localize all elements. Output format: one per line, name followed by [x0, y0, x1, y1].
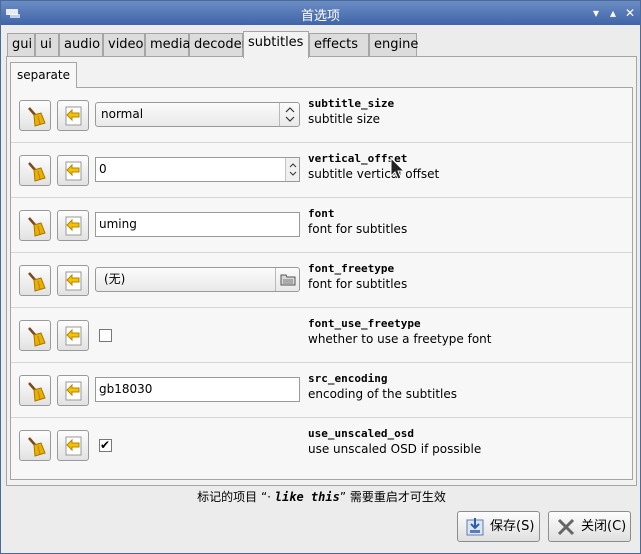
tab-content: separate normal subtitle_size subtitle s…	[6, 56, 637, 486]
close-button-label: 关闭(C)	[581, 519, 627, 534]
option-description: font for subtitles	[308, 222, 408, 236]
vertical-offset-spinbutton[interactable]: 0	[95, 157, 300, 182]
save-icon	[466, 518, 484, 536]
use-unscaled-osd-checkbox[interactable]: ✔	[99, 438, 112, 452]
src-encoding-entry[interactable]: gb18030	[95, 377, 300, 402]
clear-button[interactable]	[19, 210, 51, 241]
font-entry[interactable]: uming	[95, 212, 300, 237]
subtitle-size-value: normal	[101, 107, 144, 121]
note-text-after: ” 需要重启才可生效	[339, 490, 446, 504]
x-icon	[557, 518, 575, 536]
revert-arrow-icon	[65, 106, 82, 126]
revert-button[interactable]	[57, 430, 89, 461]
subtitle-size-combo[interactable]: normal	[95, 102, 300, 127]
titlebar: 首选项 ▾ ▴ ✕	[1, 1, 640, 25]
option-name: font_freetype	[308, 262, 395, 275]
font-file-chooser[interactable]: (无)	[95, 267, 300, 292]
clear-button[interactable]	[19, 320, 51, 351]
folder-icon[interactable]	[275, 268, 299, 291]
maximize-icon[interactable]: ▴	[605, 5, 621, 21]
option-row-use-unscaled-osd: ✔ use_unscaled_osd use unscaled OSD if p…	[11, 418, 632, 473]
revert-arrow-icon	[65, 216, 82, 236]
revert-button[interactable]	[57, 265, 89, 296]
option-name: use_unscaled_osd	[308, 427, 414, 440]
tab-media[interactable]: media	[145, 33, 191, 57]
clear-button[interactable]	[19, 155, 51, 186]
option-row-src-encoding: gb18030 src_encoding encoding of the sub…	[11, 363, 632, 418]
revert-arrow-icon	[65, 161, 82, 181]
mouse-cursor-icon	[390, 157, 406, 180]
revert-arrow-icon	[65, 326, 82, 346]
clear-button[interactable]	[19, 375, 51, 406]
option-row-font-use-freetype: font_use_freetype whether to use a freet…	[11, 308, 632, 363]
preferences-window: 首选项 ▾ ▴ ✕ gui ui audio video media decod…	[0, 0, 641, 554]
font-file-value: (无)	[104, 272, 126, 286]
note-text-before: 标记的项目 “·	[197, 490, 275, 504]
tab-decoder[interactable]: decoder	[189, 33, 247, 57]
option-description: whether to use a freetype font	[308, 332, 492, 346]
option-row-font-freetype: (无) font_freetype font for subtitles	[11, 253, 632, 308]
tab-audio[interactable]: audio	[59, 33, 103, 57]
clear-button[interactable]	[19, 265, 51, 296]
option-name: subtitle_size	[308, 97, 395, 110]
revert-button[interactable]	[57, 155, 89, 186]
broom-icon	[28, 107, 46, 127]
tab-video[interactable]: video	[103, 33, 145, 57]
check-mark: ✔	[100, 438, 111, 452]
option-description: subtitle vertical offset	[308, 167, 440, 181]
spin-arrows-icon[interactable]	[285, 158, 299, 181]
tab-separate[interactable]: separate	[10, 62, 77, 88]
revert-button[interactable]	[57, 100, 89, 131]
option-description: subtitle size	[308, 112, 381, 126]
tab-engine[interactable]: engine	[369, 33, 418, 57]
option-name: src_encoding	[308, 372, 388, 385]
revert-arrow-icon	[65, 271, 82, 291]
window-title: 首选项	[300, 9, 340, 24]
options-list: normal subtitle_size subtitle size 0 ver…	[10, 87, 633, 480]
option-description: encoding of the subtitles	[308, 387, 457, 401]
tab-gui[interactable]: gui	[7, 33, 35, 57]
clear-button[interactable]	[19, 430, 51, 461]
minimize-icon[interactable]: ▾	[588, 5, 604, 21]
note-text-emphasis: like this	[274, 490, 340, 504]
option-row-font: uming font font for subtitles	[11, 198, 632, 253]
revert-button[interactable]	[57, 375, 89, 406]
close-button[interactable]: 关闭(C)	[548, 511, 631, 542]
save-button[interactable]: 保存(S)	[457, 511, 540, 542]
updown-icon	[279, 103, 299, 126]
option-description: font for subtitles	[308, 277, 408, 291]
vertical-offset-value: 0	[99, 162, 107, 176]
broom-icon	[28, 327, 46, 347]
close-icon[interactable]: ✕	[622, 5, 638, 21]
save-button-label: 保存(S)	[490, 519, 535, 534]
revert-button[interactable]	[57, 210, 89, 241]
font-use-freetype-checkbox[interactable]	[99, 329, 112, 342]
broom-icon	[28, 272, 46, 292]
option-name: font	[308, 207, 335, 220]
option-row-subtitle-size: normal subtitle_size subtitle size	[11, 88, 632, 143]
option-description: use unscaled OSD if possible	[308, 442, 482, 456]
broom-icon	[28, 162, 46, 182]
clear-button[interactable]	[19, 100, 51, 131]
option-row-vertical-offset: 0 vertical_offset subtitle vertical offs…	[11, 143, 632, 198]
broom-icon	[28, 437, 46, 457]
restart-note: 标记的项目 “· like this” 需要重启才可生效	[1, 488, 641, 505]
option-name: font_use_freetype	[308, 317, 421, 330]
revert-button[interactable]	[57, 320, 89, 351]
tab-effects[interactable]: effects	[309, 33, 369, 57]
revert-arrow-icon	[65, 381, 82, 401]
revert-arrow-icon	[65, 436, 82, 456]
broom-icon	[28, 382, 46, 402]
tab-subtitles[interactable]: subtitles	[243, 31, 309, 58]
tab-ui[interactable]: ui	[35, 33, 59, 57]
broom-icon	[28, 217, 46, 237]
